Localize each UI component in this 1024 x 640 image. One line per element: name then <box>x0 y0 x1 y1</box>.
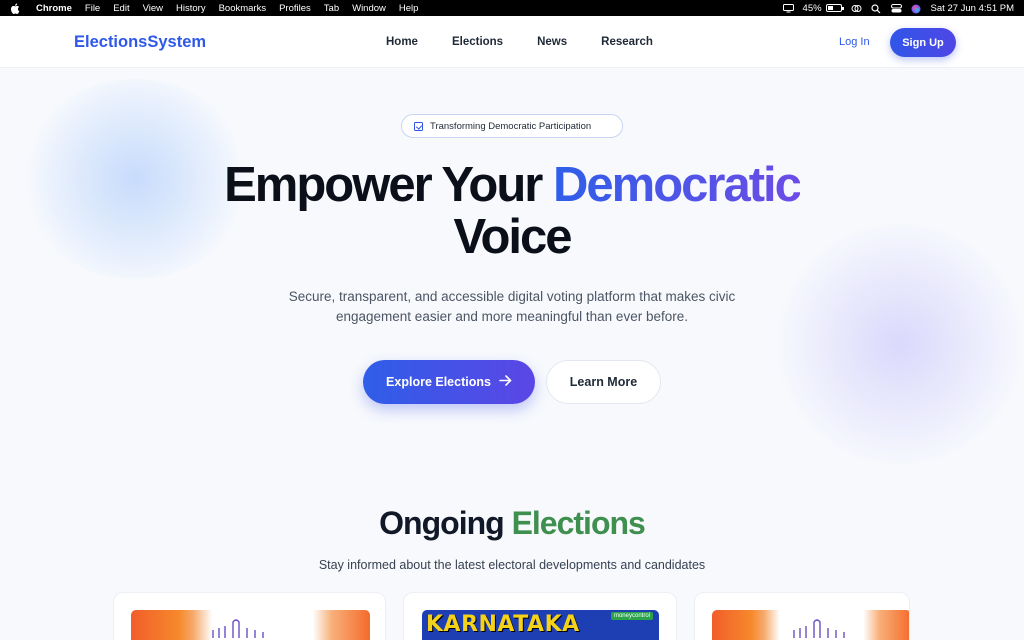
headline-part2: Voice <box>453 210 572 264</box>
explore-elections-button[interactable]: Explore Elections <box>363 360 535 404</box>
signup-button[interactable]: Sign Up <box>890 28 956 57</box>
menu-app-name[interactable]: Chrome <box>36 3 72 14</box>
siri-icon[interactable] <box>911 4 922 13</box>
search-icon[interactable] <box>870 3 882 13</box>
control-center-icon[interactable] <box>890 3 902 13</box>
site-logo[interactable]: ElectionsSystem <box>74 33 206 52</box>
site-navbar: ElectionsSystem Home Elections News Rese… <box>0 16 1024 68</box>
voting-finger-icon <box>212 619 264 638</box>
section-title-part1: Ongoing <box>379 505 512 541</box>
learn-more-button[interactable]: Learn More <box>546 360 661 404</box>
voting-finger-icon <box>793 619 845 638</box>
card-banner-text: KARNATAKA <box>426 612 580 637</box>
ongoing-elections-subtitle: Stay informed about the latest electoral… <box>318 558 706 572</box>
menu-profiles[interactable]: Profiles <box>279 3 311 14</box>
battery-icon <box>825 4 844 12</box>
election-card-image <box>131 610 370 640</box>
nav-research[interactable]: Research <box>601 36 653 48</box>
menu-view[interactable]: View <box>143 3 163 14</box>
menu-tab[interactable]: Tab <box>324 3 339 14</box>
battery-indicator[interactable]: 45% <box>802 2 844 14</box>
menu-edit[interactable]: Edit <box>113 3 129 14</box>
menu-history[interactable]: History <box>176 3 206 14</box>
nav-news[interactable]: News <box>537 36 567 48</box>
ongoing-elections-title: Ongoing Elections <box>0 505 1024 542</box>
hero-badge: Transforming Democratic Participation <box>401 114 623 138</box>
election-card[interactable]: KARNATAKA moneycontrol <box>403 592 677 640</box>
battery-percent: 45% <box>802 2 822 14</box>
battery-fill <box>827 6 833 10</box>
link-icon[interactable] <box>851 4 862 13</box>
headline-part1: Empower Your <box>224 158 553 212</box>
hero-subtext: Secure, transparent, and accessible digi… <box>288 289 736 324</box>
election-card-image: KARNATAKA moneycontrol <box>422 610 659 640</box>
election-card[interactable] <box>694 592 910 640</box>
section-title-accent: Elections <box>511 505 646 541</box>
system-menubar: Chrome File Edit View History Bookmarks … <box>0 0 1024 16</box>
menu-help[interactable]: Help <box>399 3 419 14</box>
menu-file[interactable]: File <box>85 3 100 14</box>
login-link[interactable]: Log In <box>839 36 870 48</box>
election-card[interactable] <box>113 592 386 640</box>
primary-nav: Home Elections News Research <box>386 36 653 48</box>
menu-bookmarks[interactable]: Bookmarks <box>219 3 267 14</box>
hero-badge-label: Transforming Democratic Participation <box>430 120 592 132</box>
headline-accent: Democratic <box>552 158 802 212</box>
menu-window[interactable]: Window <box>352 3 386 14</box>
display-icon[interactable] <box>782 3 794 13</box>
arrow-right-icon <box>499 375 512 389</box>
election-card-image <box>712 610 909 640</box>
hero-headline: Empower Your Democratic Voice <box>0 159 1024 263</box>
apple-icon[interactable] <box>10 2 24 14</box>
menubar-clock[interactable]: Sat 27 Jun 4:51 PM <box>931 3 1014 14</box>
card-source-badge: moneycontrol <box>610 612 653 620</box>
ballot-check-icon <box>414 121 423 131</box>
nav-home[interactable]: Home <box>386 36 418 48</box>
hero-section: Transforming Democratic Participation Em… <box>0 69 1024 640</box>
nav-elections[interactable]: Elections <box>452 36 503 48</box>
explore-elections-label: Explore Elections <box>386 375 491 389</box>
